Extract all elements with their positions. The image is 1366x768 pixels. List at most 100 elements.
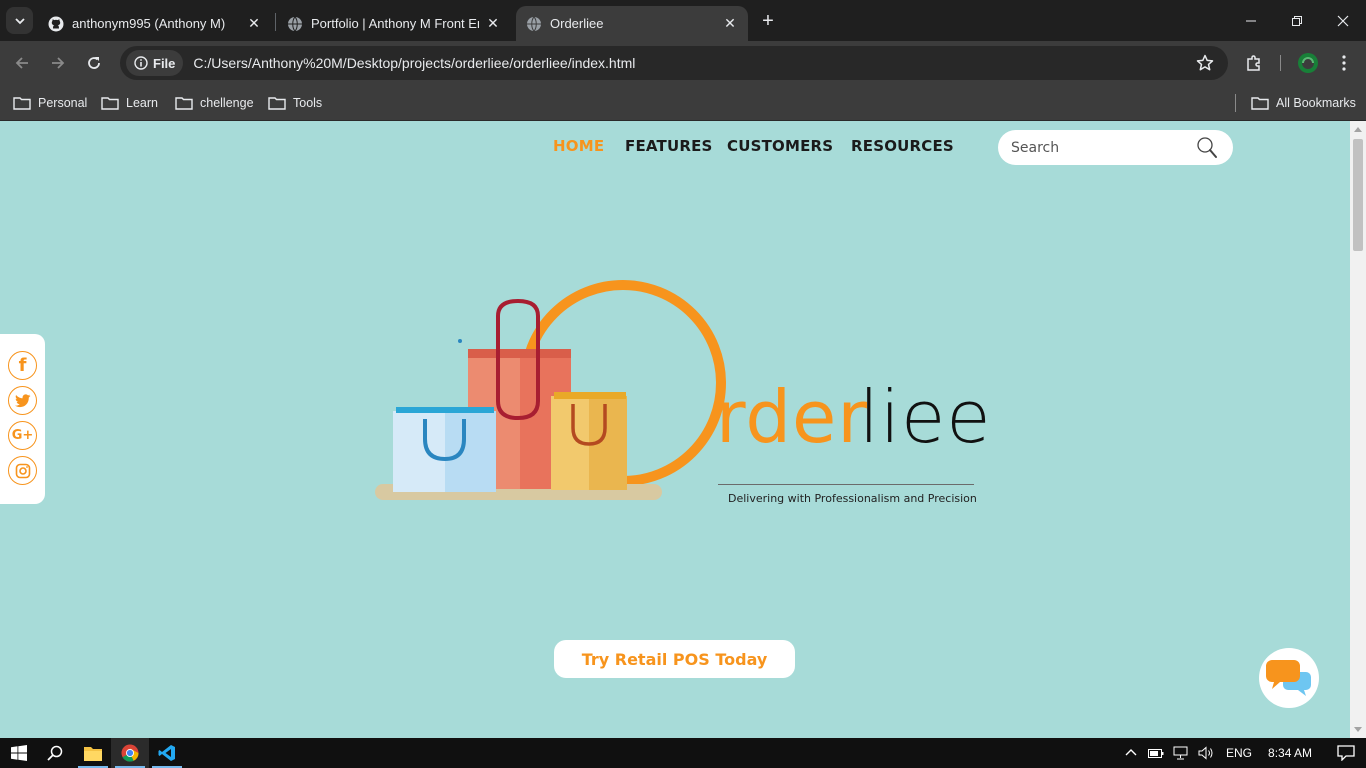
search-icon [47,745,63,761]
nav-home[interactable]: HOME [553,137,604,155]
site-info-label: File [153,55,176,71]
tab-search-button[interactable] [6,7,33,34]
nav-features[interactable]: FEATURES [625,137,713,155]
bookmark-label: Learn [126,96,158,110]
forward-button[interactable] [44,49,72,77]
page-viewport: HOME FEATURES CUSTOMERS RESOURCES f G+ [0,121,1350,738]
globe-icon [288,16,302,31]
bookmark-label: Personal [38,96,88,110]
back-button[interactable] [8,49,36,77]
site-info-chip[interactable]: File [126,50,184,76]
browser-menu-button[interactable] [1330,49,1358,77]
close-tab-icon[interactable]: ✕ [246,15,262,32]
toolbar-divider [1280,55,1281,71]
minimize-icon [1246,20,1256,21]
taskbar-search-button[interactable] [36,738,74,768]
nav-resources[interactable]: RESOURCES [851,137,954,155]
page-scrollbar[interactable] [1350,121,1366,738]
chat-widget-button[interactable] [1259,648,1319,708]
restore-button[interactable] [1274,0,1320,41]
tab-portfolio[interactable]: Portfolio | Anthony M Front End ✕ [277,6,511,41]
vscode-icon [158,745,175,761]
taskbar-chrome[interactable] [111,738,149,768]
tab-github[interactable]: anthonym995 (Anthony M) ✕ [38,6,272,41]
close-window-button[interactable] [1320,0,1366,41]
volume-icon[interactable] [1198,746,1214,760]
chevron-up-icon[interactable] [1124,746,1138,760]
bookmarks-bar: Personal Learn chellenge Tools All Bookm… [0,85,1366,121]
windows-taskbar: ENG 8:34 AM [0,738,1366,768]
browser-tab-bar: anthonym995 (Anthony M) ✕ Portfolio | An… [0,0,1366,41]
twitter-icon[interactable] [8,386,37,415]
browser-toolbar: File C:/Users/Anthony%20M/Desktop/projec… [0,41,1366,85]
bookmark-folder-chellenge[interactable]: chellenge [175,92,254,114]
clock[interactable]: 8:34 AM [1268,746,1312,760]
bookmark-label: chellenge [200,96,254,110]
all-bookmarks-label: All Bookmarks [1276,96,1356,110]
logo-tagline: Delivering with Professionalism and Prec… [728,492,977,505]
profile-button[interactable] [1294,49,1322,77]
tagline-divider [718,484,974,485]
reload-button[interactable] [80,49,108,77]
tab-title: Orderliee [550,16,604,31]
scroll-down-arrow-icon[interactable] [1354,727,1362,732]
new-tab-button[interactable]: + [756,9,780,33]
orderliee-logo: rder liee Delivering with Professionalis… [370,276,991,511]
arrow-left-icon [15,57,28,69]
folder-icon [175,97,193,110]
chevron-down-icon [14,17,25,24]
close-tab-icon[interactable]: ✕ [485,15,501,32]
folder-icon [1251,97,1269,110]
bookmark-folder-tools[interactable]: Tools [268,92,322,114]
tab-title: Portfolio | Anthony M Front End [311,16,479,31]
tab-orderliee[interactable]: Orderliee ✕ [516,6,748,41]
bookmarks-divider [1235,94,1236,112]
system-tray: ENG 8:34 AM [1124,738,1355,768]
site-search-box [998,130,1233,165]
language-indicator[interactable]: ENG [1226,746,1252,760]
info-icon [134,56,148,70]
folder-icon [101,97,119,110]
file-explorer-icon [84,746,102,761]
globe-icon [527,16,541,31]
notifications-icon[interactable] [1337,745,1355,761]
network-icon[interactable] [1173,746,1189,760]
logo-word-black: liee [859,375,992,459]
close-tab-icon[interactable]: ✕ [722,15,738,32]
all-bookmarks-button[interactable]: All Bookmarks [1251,92,1356,114]
google-plus-icon[interactable]: G+ [8,421,37,450]
facebook-icon[interactable]: f [8,351,37,380]
bookmark-folder-learn[interactable]: Learn [101,92,158,114]
restore-icon [1292,15,1302,26]
bookmark-star-icon[interactable] [1196,54,1214,72]
battery-icon[interactable] [1148,747,1164,759]
avatar [1298,53,1318,73]
start-button[interactable] [0,738,38,768]
chat-bubbles-icon [1266,660,1311,696]
try-retail-pos-button[interactable]: Try Retail POS Today [554,640,795,678]
reload-icon [88,57,100,69]
logo-word-orange: rder [716,375,868,459]
bookmark-folder-personal[interactable]: Personal [13,92,87,114]
arrow-right-icon [52,57,65,69]
taskbar-vscode[interactable] [148,738,186,768]
github-icon [48,16,64,31]
social-sidebar: f G+ [0,334,45,504]
extensions-button[interactable] [1240,49,1268,77]
chrome-icon [121,744,139,762]
search-icon[interactable] [1196,136,1218,160]
minimize-button[interactable] [1228,0,1274,41]
folder-icon [268,97,286,110]
windows-icon [11,745,27,761]
tab-separator [275,13,276,31]
taskbar-file-explorer[interactable] [74,738,112,768]
bookmark-label: Tools [293,96,323,110]
puzzle-icon [1247,55,1260,71]
tab-title: anthonym995 (Anthony M) [72,16,226,31]
search-input[interactable] [1011,137,1191,159]
nav-customers[interactable]: CUSTOMERS [727,137,833,155]
scroll-up-arrow-icon[interactable] [1354,127,1362,132]
instagram-icon[interactable] [8,456,37,485]
scrollbar-thumb[interactable] [1353,139,1363,251]
address-bar[interactable]: File C:/Users/Anthony%20M/Desktop/projec… [120,46,1228,80]
